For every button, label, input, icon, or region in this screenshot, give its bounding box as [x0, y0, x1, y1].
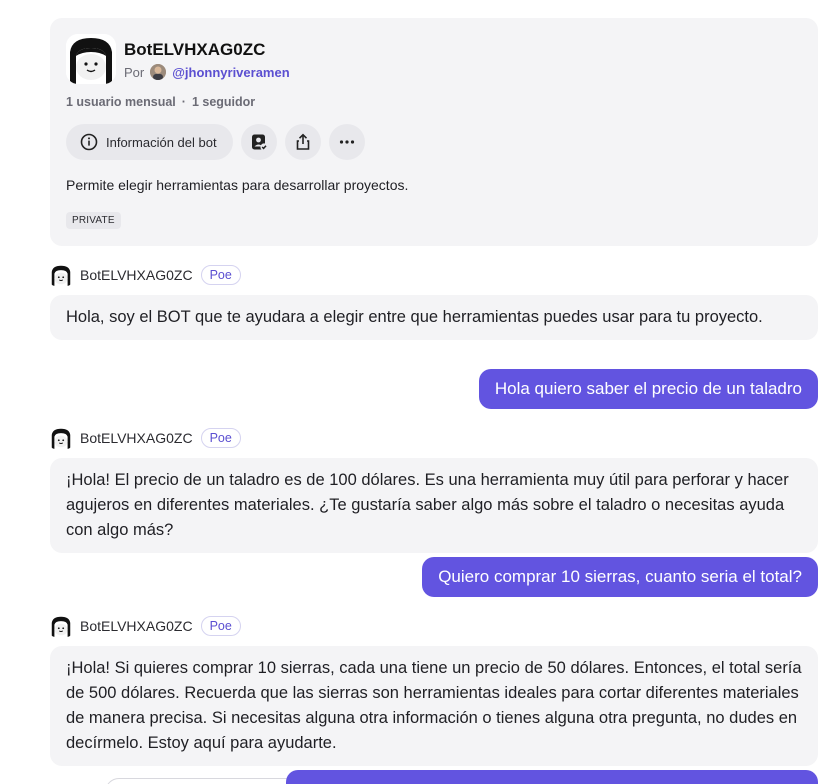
bot-message-bubble: Hola, soy el BOT que te ayudara a elegir…: [50, 295, 818, 340]
bot-actions: Información del bot: [66, 124, 365, 160]
visibility-badge: PRIVATE: [66, 212, 121, 229]
bot-stats: 1 usuario mensual · 1 seguidor: [66, 95, 255, 109]
bot-info-button[interactable]: Información del bot: [66, 124, 233, 160]
followers-count[interactable]: 1 seguidor: [192, 95, 255, 109]
chat-page: BotELVHXAG0ZC Por @jhonnyriveramen 1 usu…: [0, 0, 835, 784]
stats-separator: ·: [181, 95, 186, 109]
bot-message-bubble: ¡Hola! Si quieres comprar 10 sierras, ca…: [50, 646, 818, 766]
share-icon: [296, 133, 309, 150]
poe-badge: Poe: [200, 265, 241, 285]
cartoon-face-icon: [50, 615, 72, 637]
sender-name[interactable]: BotELVHXAG0ZC: [80, 267, 193, 283]
monthly-users-count: 1 usuario mensual: [66, 95, 176, 109]
poe-badge: Poe: [200, 616, 241, 636]
more-horizontal-icon: [339, 140, 354, 144]
bot-avatar-small[interactable]: [50, 427, 72, 449]
more-options-button[interactable]: [328, 124, 365, 160]
follow-button[interactable]: [240, 124, 277, 160]
bot-description: Permite elegir herramientas para desarro…: [66, 177, 409, 193]
bot-message-bubble: ¡Hola! El precio de un taladro es de 100…: [50, 458, 818, 553]
cartoon-face-icon: [50, 264, 72, 286]
message-sender-row: BotELVHXAG0ZC Poe: [50, 264, 241, 286]
message-sender-row: BotELVHXAG0ZC Poe: [50, 427, 241, 449]
by-label: Por: [124, 64, 145, 80]
bot-avatar[interactable]: [66, 34, 116, 84]
poe-badge: Poe: [200, 428, 241, 448]
user-message-bubble: Hola quiero saber el precio de un taladr…: [478, 369, 818, 409]
creator-avatar[interactable]: [150, 64, 167, 80]
cartoon-face-icon: [66, 34, 116, 84]
creator-row: Por @jhonnyriveramen: [124, 64, 290, 80]
bot-avatar-small[interactable]: [50, 615, 72, 637]
person-photo-icon: [150, 64, 167, 80]
bot-name: BotELVHXAG0ZC: [124, 40, 266, 59]
bot-info-card: BotELVHXAG0ZC Por @jhonnyriveramen 1 usu…: [50, 18, 818, 246]
sender-name[interactable]: BotELVHXAG0ZC: [80, 618, 193, 634]
sender-name[interactable]: BotELVHXAG0ZC: [80, 430, 193, 446]
info-circle-icon: [80, 133, 98, 151]
bot-info-label: Información del bot: [106, 134, 217, 150]
partial-user-message-bubble: [286, 770, 818, 784]
person-check-icon: [251, 134, 268, 151]
creator-handle-link[interactable]: @jhonnyriveramen: [172, 65, 289, 80]
user-message-bubble: Quiero comprar 10 sierras, cuanto seria …: [422, 557, 818, 597]
share-button[interactable]: [284, 124, 321, 160]
message-sender-row: BotELVHXAG0ZC Poe: [50, 615, 241, 637]
cartoon-face-icon: [50, 427, 72, 449]
bot-avatar-small[interactable]: [50, 264, 72, 286]
